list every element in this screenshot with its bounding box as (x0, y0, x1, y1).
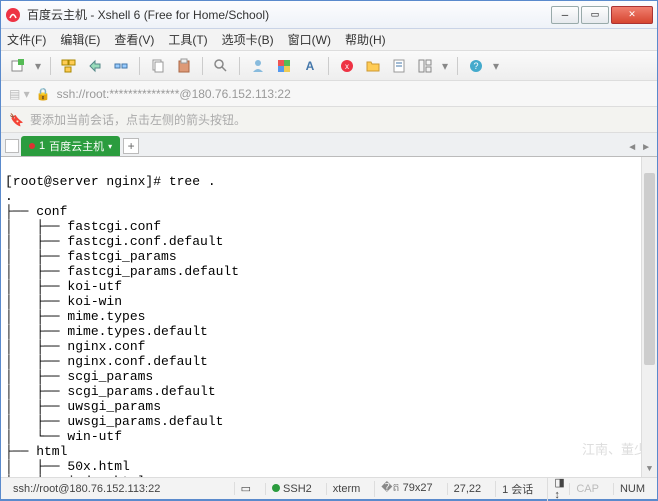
separator (50, 57, 51, 75)
app-window: 百度云主机 - Xshell 6 (Free for Home/School) … (0, 0, 658, 500)
paste-button[interactable] (173, 55, 195, 77)
separator (328, 57, 329, 75)
help-button[interactable]: ? (465, 55, 487, 77)
tab-index: 1 (39, 140, 45, 152)
status-size: �ត 79x27 (374, 481, 438, 497)
find-button[interactable] (210, 55, 232, 77)
script-button[interactable] (388, 55, 410, 77)
tab-list-button[interactable] (5, 139, 19, 153)
font-button[interactable]: A (299, 55, 321, 77)
folder-button[interactable] (362, 55, 384, 77)
toolbar: ▾ A x ▾ ? ▾ (1, 51, 657, 81)
close-button[interactable]: ✕ (611, 6, 653, 24)
menu-help[interactable]: 帮助(H) (345, 31, 386, 48)
menu-tab[interactable]: 选项卡(B) (222, 31, 274, 48)
lock-icon: 🔒 (36, 87, 51, 101)
prompt: [root@server nginx]# (5, 174, 169, 189)
new-session-button[interactable] (7, 55, 29, 77)
separator (239, 57, 240, 75)
hint-text: 要添加当前会话，点击左侧的箭头按钮。 (30, 111, 246, 128)
titlebar: 百度云主机 - Xshell 6 (Free for Home/School) … (1, 1, 657, 29)
menu-window[interactable]: 窗口(W) (288, 31, 331, 48)
status-dot-icon (272, 484, 280, 492)
status-cap: CAP (569, 483, 605, 495)
session-tab[interactable]: 1 百度云主机 ▾ (21, 136, 120, 156)
new-tab-button[interactable]: + (123, 138, 139, 154)
bookmark-icon[interactable]: 🔖 (9, 113, 24, 127)
tab-bar: 1 百度云主机 ▾ + ◄ ► (1, 133, 657, 157)
address-bar: ▤ ▾ 🔒 ssh://root:***************@180.76.… (1, 81, 657, 107)
svg-text:?: ? (473, 61, 478, 71)
terminal-output: . ├── conf │ ├── fastcgi.conf │ ├── fast… (5, 189, 239, 477)
tab-menu-icon[interactable]: ▾ (108, 142, 112, 151)
status-sessions: 1 会话 (495, 481, 539, 497)
color-button[interactable] (273, 55, 295, 77)
tab-label: 百度云主机 (49, 138, 104, 154)
minimize-button[interactable]: ─ (551, 6, 579, 24)
sessions-button[interactable] (58, 55, 80, 77)
menu-edit[interactable]: 编辑(E) (60, 31, 100, 48)
tile-button[interactable] (414, 55, 436, 77)
window-controls: ─ ▭ ✕ (551, 6, 653, 24)
tab-next-button[interactable]: ► (641, 142, 651, 153)
command: tree . (169, 174, 216, 189)
address-text[interactable]: ssh://root:***************@180.76.152.11… (57, 87, 649, 101)
tab-prev-button[interactable]: ◄ (627, 142, 637, 153)
dropdown-icon[interactable]: ▾ (491, 55, 501, 77)
dropdown-icon[interactable]: ▾ (33, 55, 43, 77)
menu-tools[interactable]: 工具(T) (168, 31, 207, 48)
tab-nav: ◄ ► (627, 142, 651, 153)
status-bar: ssh://root@180.76.152.113:22 ▭ SSH2 xter… (1, 477, 657, 499)
terminal[interactable]: [root@server nginx]# tree . . ├── conf │… (1, 157, 657, 477)
disconnect-button[interactable] (110, 55, 132, 77)
separator (202, 57, 203, 75)
addr-tool-icon[interactable]: ▤ ▾ (9, 87, 30, 101)
status-protocol: SSH2 (265, 483, 318, 495)
xftp-button[interactable]: x (336, 55, 358, 77)
status-num: NUM (613, 483, 651, 495)
scroll-down-button[interactable]: ▼ (642, 461, 657, 477)
app-icon (5, 7, 21, 23)
dropdown-icon[interactable]: ▾ (440, 55, 450, 77)
maximize-button[interactable]: ▭ (581, 6, 609, 24)
scrollbar[interactable]: ▲ ▼ (641, 157, 657, 477)
menu-file[interactable]: 文件(F) (7, 31, 46, 48)
status-cell: ▭ (234, 482, 257, 495)
scroll-thumb[interactable] (644, 173, 655, 365)
profile-button[interactable] (247, 55, 269, 77)
copy-button[interactable] (147, 55, 169, 77)
status-divider: ◨ ↕ (547, 476, 561, 501)
watermark: 江南、董少 (582, 442, 647, 457)
hint-bar: 🔖 要添加当前会话，点击左侧的箭头按钮。 (1, 107, 657, 133)
status-termtype: xterm (326, 483, 367, 495)
menubar: 文件(F) 编辑(E) 查看(V) 工具(T) 选项卡(B) 窗口(W) 帮助(… (1, 29, 657, 51)
menu-view[interactable]: 查看(V) (114, 31, 154, 48)
svg-text:x: x (345, 62, 349, 71)
status-connection: ssh://root@180.76.152.113:22 (7, 483, 226, 495)
separator (139, 57, 140, 75)
separator (457, 57, 458, 75)
status-dot-icon (29, 143, 35, 149)
window-title: 百度云主机 - Xshell 6 (Free for Home/School) (27, 6, 551, 23)
status-position: 27,22 (447, 483, 488, 495)
reconnect-button[interactable] (84, 55, 106, 77)
